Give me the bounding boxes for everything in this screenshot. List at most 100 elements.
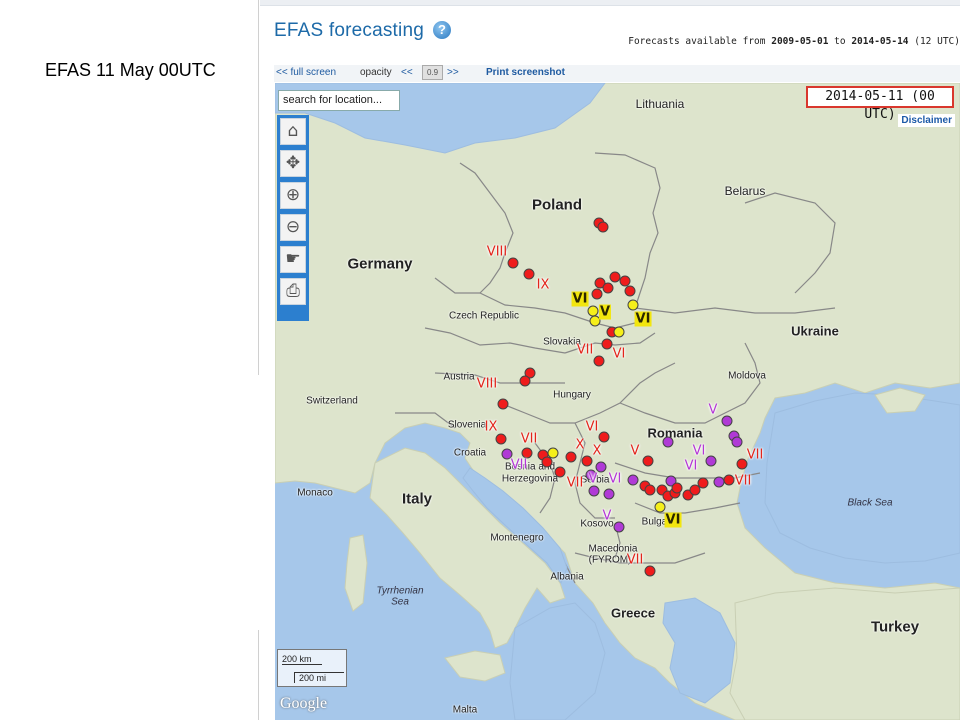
- water-black-sea: [764, 392, 960, 564]
- flood-month-label: VII: [746, 447, 764, 463]
- place-label: Czech Republic: [448, 310, 520, 322]
- flood-marker-purple[interactable]: [721, 415, 733, 427]
- google-logo: Google: [280, 695, 328, 712]
- map-toolbar: ⌂ ✥ ⊕ ⊖ ☛ ⎙: [277, 115, 309, 321]
- place-label: Moldova: [728, 370, 766, 382]
- flood-month-label: V: [708, 402, 718, 418]
- flood-month-label: VI: [608, 471, 622, 487]
- flood-month-label: VIII: [486, 244, 508, 260]
- map-basemap: [275, 83, 960, 720]
- flood-marker-red[interactable]: [495, 433, 507, 445]
- opacity-increase-button[interactable]: >>: [447, 67, 459, 78]
- flood-marker-red[interactable]: [723, 474, 735, 486]
- flood-month-label: V: [598, 304, 612, 320]
- place-label: Germany: [347, 255, 413, 273]
- scale-km: 200 km: [282, 654, 322, 665]
- place-label: Slovenia: [447, 419, 487, 431]
- opacity-label: opacity: [360, 67, 392, 78]
- place-label: Croatia: [453, 447, 487, 459]
- disclaimer-link[interactable]: Disclaimer: [898, 114, 955, 127]
- home-icon[interactable]: ⌂: [280, 118, 306, 145]
- location-search-input[interactable]: search for location...: [278, 90, 400, 111]
- place-label: Turkey: [870, 618, 920, 636]
- place-label: Montenegro: [490, 532, 544, 544]
- flood-marker-red[interactable]: [671, 482, 683, 494]
- flood-marker-red[interactable]: [554, 466, 566, 478]
- place-label: Monaco: [297, 487, 333, 499]
- flood-month-label: VI: [664, 512, 682, 528]
- flood-marker-purple[interactable]: [613, 521, 625, 533]
- flood-marker-red[interactable]: [565, 451, 577, 463]
- flood-marker-red[interactable]: [523, 268, 535, 280]
- slide-caption: EFAS 11 May 00UTC: [45, 60, 216, 80]
- map-tool-row: << full screen opacity << 0.9 >> Print s…: [274, 65, 960, 82]
- place-label: Slovakia: [543, 336, 581, 348]
- print-icon[interactable]: ⎙: [280, 278, 306, 305]
- flood-month-label: VI: [684, 458, 698, 474]
- info-icon[interactable]: ☛: [280, 246, 306, 273]
- browser-top-strip: [260, 0, 960, 6]
- flood-marker-red[interactable]: [497, 398, 509, 410]
- place-label: Poland: [531, 196, 583, 214]
- full-screen-link[interactable]: << full screen: [276, 67, 336, 78]
- opacity-decrease-button[interactable]: <<: [401, 67, 413, 78]
- efas-panel: EFAS forecasting ? Forecasts available f…: [260, 0, 960, 720]
- flood-marker-purple[interactable]: [662, 436, 674, 448]
- flood-marker-red[interactable]: [591, 288, 603, 300]
- pan-icon[interactable]: ✥: [280, 150, 306, 177]
- flood-marker-red[interactable]: [644, 484, 656, 496]
- scale-mi: 200 mi: [294, 672, 344, 683]
- flood-marker-red[interactable]: [642, 455, 654, 467]
- zoom-out-icon[interactable]: ⊖: [280, 214, 306, 241]
- flood-month-label: VII: [626, 552, 644, 568]
- help-icon[interactable]: ?: [433, 21, 451, 39]
- range-suffix: (12 UTC): [908, 36, 960, 47]
- zoom-in-icon[interactable]: ⊕: [280, 182, 306, 209]
- opacity-value[interactable]: 0.9: [422, 65, 443, 80]
- flood-marker-purple[interactable]: [603, 488, 615, 500]
- flood-month-label: IX: [536, 277, 550, 293]
- flood-marker-red[interactable]: [601, 338, 613, 350]
- flood-month-label: VII: [510, 457, 528, 473]
- flood-marker-red[interactable]: [597, 221, 609, 233]
- forecast-map[interactable]: search for location... ⌂ ✥ ⊕ ⊖ ☛ ⎙ 2014-05-11 (…: [275, 83, 960, 720]
- flood-month-label: V: [630, 443, 640, 459]
- flood-month-label: VII: [566, 475, 584, 491]
- flood-marker-yellow[interactable]: [613, 326, 625, 338]
- flood-month-label: IX: [484, 419, 498, 435]
- place-label: Romania: [647, 425, 703, 441]
- place-label: Italy: [401, 490, 433, 508]
- range-to: to: [828, 36, 852, 47]
- land-sicily: [444, 650, 506, 682]
- land-turkey: [729, 587, 960, 720]
- flood-marker-red[interactable]: [541, 456, 553, 468]
- flood-marker-purple[interactable]: [627, 474, 639, 486]
- print-screenshot-link[interactable]: Print screenshot: [486, 67, 565, 78]
- flood-marker-red[interactable]: [507, 257, 519, 269]
- flood-marker-yellow[interactable]: [627, 299, 639, 311]
- flood-marker-purple[interactable]: [588, 485, 600, 497]
- flood-marker-red[interactable]: [581, 455, 593, 467]
- flood-month-label: VI: [612, 346, 626, 362]
- flood-marker-red[interactable]: [644, 565, 656, 577]
- flood-month-label: VI: [585, 419, 599, 435]
- flood-marker-purple[interactable]: [705, 455, 717, 467]
- place-label: Hungary: [553, 389, 591, 401]
- flood-month-label: VI: [571, 291, 589, 307]
- place-label: Lithuania: [635, 97, 685, 111]
- place-label: Black Sea: [847, 497, 893, 509]
- place-label: Malta: [452, 704, 478, 716]
- efas-title: EFAS forecasting: [274, 20, 424, 41]
- flood-marker-red[interactable]: [598, 431, 610, 443]
- flood-month-label: X: [592, 443, 602, 459]
- flood-month-label: VI: [634, 311, 652, 327]
- range-start: 2009-05-01: [771, 36, 829, 47]
- flood-marker-purple[interactable]: [731, 436, 743, 448]
- flood-marker-yellow[interactable]: [654, 501, 666, 513]
- flood-marker-red[interactable]: [697, 477, 709, 489]
- flood-marker-red[interactable]: [519, 375, 531, 387]
- flood-marker-red[interactable]: [593, 355, 605, 367]
- flood-marker-red[interactable]: [624, 285, 636, 297]
- flood-marker-red[interactable]: [602, 282, 614, 294]
- slide-divider: [258, 0, 259, 375]
